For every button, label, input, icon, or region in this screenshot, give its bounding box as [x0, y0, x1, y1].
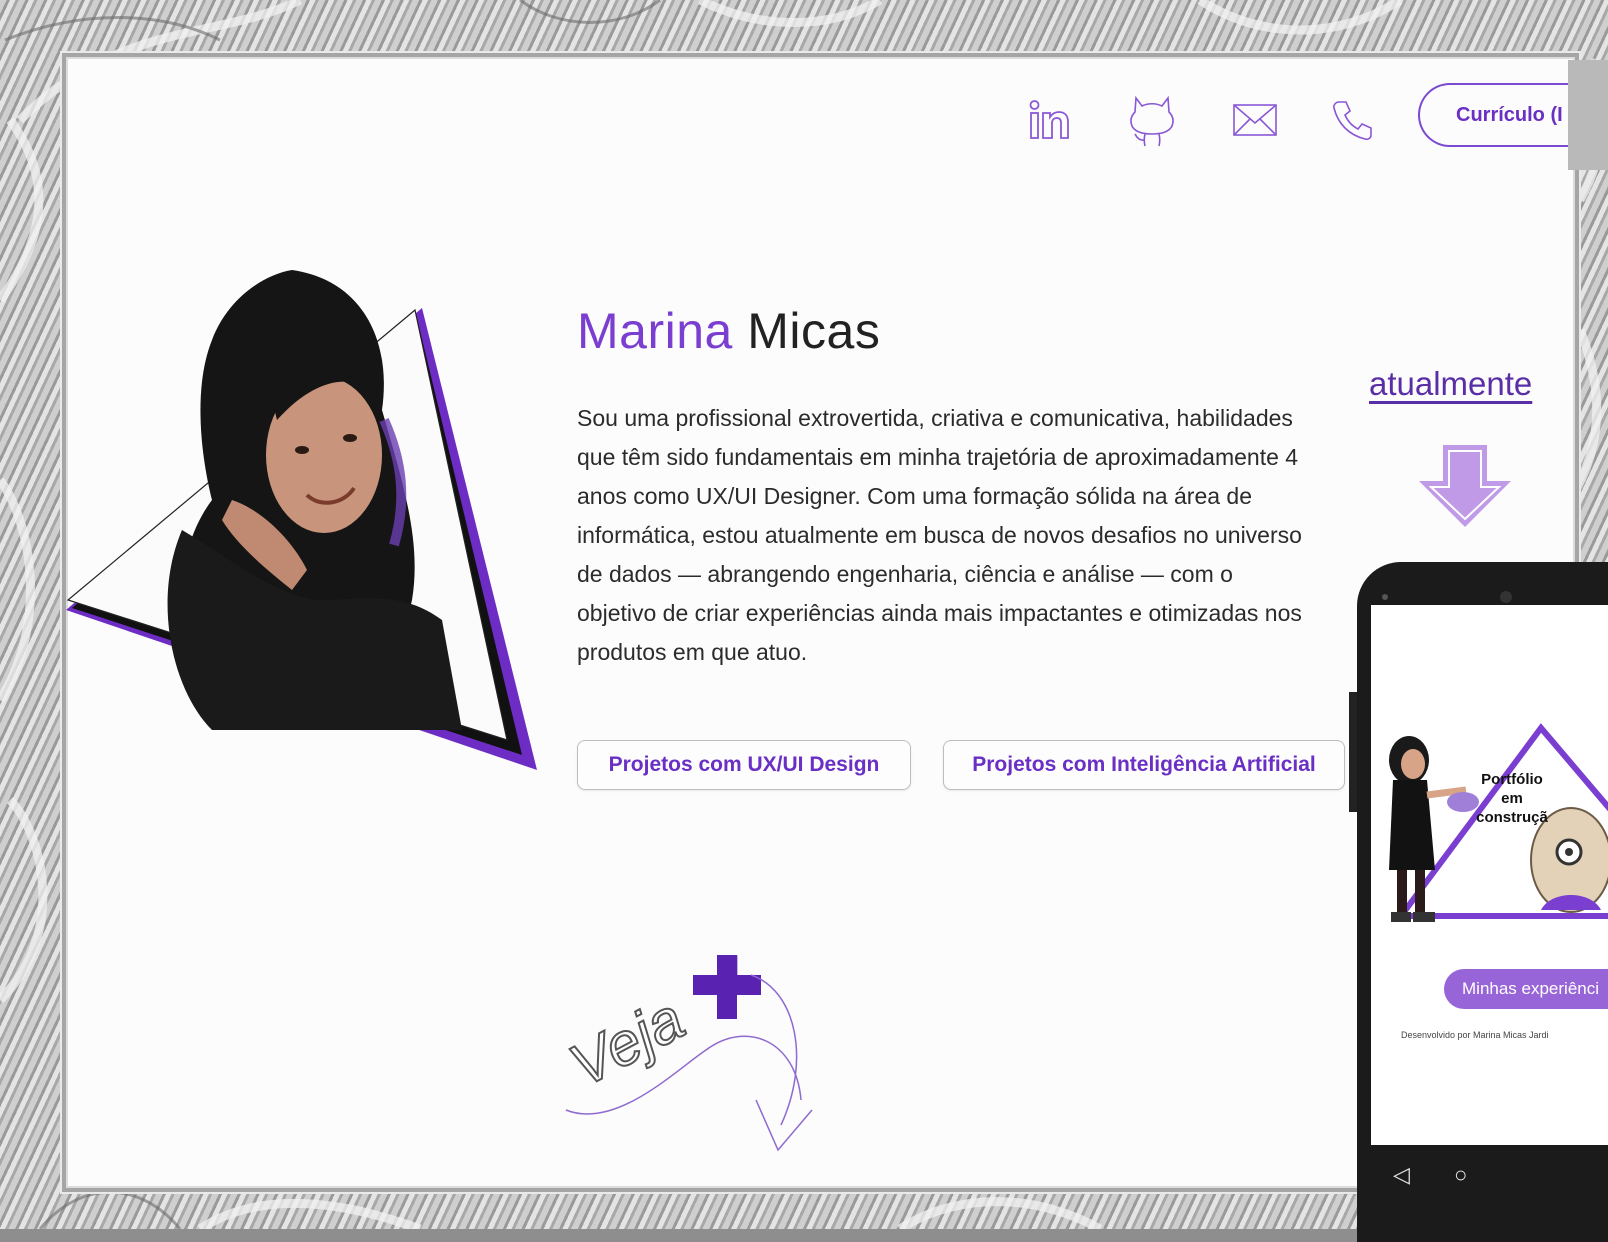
linkedin-icon[interactable] — [1021, 90, 1081, 150]
phone-icon[interactable] — [1323, 90, 1383, 150]
panel-edge — [1568, 60, 1608, 170]
bio-paragraph: Sou uma profissional extrovertida, criat… — [577, 405, 1302, 665]
ai-projects-button[interactable]: Projetos com Inteligência Artificial — [943, 740, 1345, 790]
badge-line-3: construçã — [1476, 809, 1548, 826]
currently-link[interactable]: atualmente — [1369, 365, 1532, 403]
home-nav-icon[interactable]: ○ — [1454, 1162, 1467, 1188]
portfolio-badge: Portfólio em construçã — [1467, 770, 1557, 827]
mail-icon[interactable] — [1225, 90, 1285, 150]
phone-nav-bar: ◁ ○ — [1357, 1145, 1608, 1205]
experiences-button[interactable]: Minhas experiênci — [1444, 969, 1608, 1009]
phone-screen: Portfólio em construçã Minhas experiênci… — [1371, 605, 1608, 1145]
developer-credit: Desenvolvido por Marina Micas Jardi — [1401, 1030, 1549, 1040]
last-name: Micas — [747, 303, 881, 359]
page-title: Marina Micas — [577, 302, 880, 360]
profile-photo — [66, 270, 537, 770]
first-name: Marina — [577, 303, 733, 359]
badge-line-1: Portfólio — [1481, 771, 1543, 788]
ux-ui-projects-button[interactable]: Projetos com UX/UI Design — [577, 740, 911, 790]
back-nav-icon[interactable]: ◁ — [1393, 1162, 1410, 1188]
down-arrow-icon — [1419, 445, 1511, 527]
github-icon[interactable] — [1122, 90, 1182, 150]
badge-line-2: em — [1501, 790, 1523, 807]
veja-mais-decoration: Veja — [558, 955, 813, 1152]
veja-text: Veja — [559, 985, 695, 1099]
